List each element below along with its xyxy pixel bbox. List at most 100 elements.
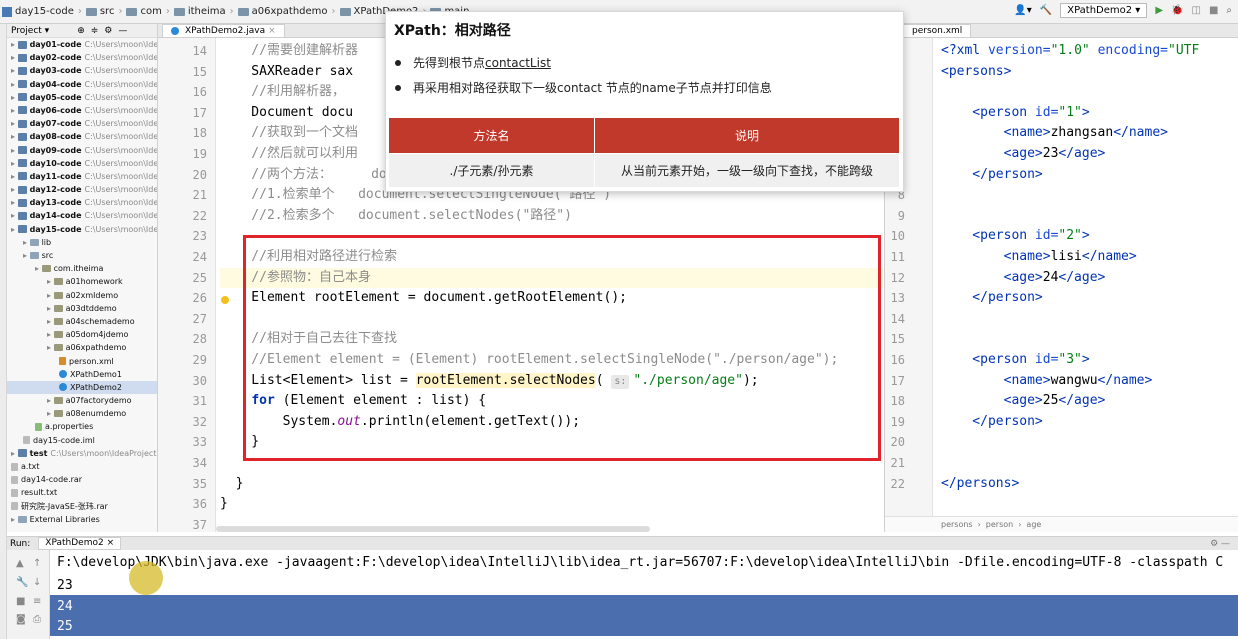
code-line[interactable]: //2.检索多个 document.selectNodes("路径") xyxy=(220,206,572,227)
settings-icon[interactable]: ⚙ xyxy=(104,26,112,36)
xml-path-item[interactable]: age xyxy=(1026,520,1041,529)
tree-item[interactable]: ▸ src xyxy=(7,249,157,262)
xml-line[interactable]: <person id="2"> xyxy=(941,226,1089,247)
expand-arrow-icon[interactable]: ▸ xyxy=(11,449,18,458)
xml-line[interactable]: <age>23</age> xyxy=(941,144,1106,165)
tab-person-xml[interactable]: person.xml xyxy=(903,24,972,37)
tree-item[interactable]: ▸ day01-code C:\Users\moon\Idea xyxy=(7,38,157,51)
expand-arrow-icon[interactable]: ▸ xyxy=(11,225,18,234)
tree-item[interactable]: ▸ a06xpathdemo xyxy=(7,341,157,354)
code-line[interactable]: SAXReader sax xyxy=(220,62,353,83)
expand-arrow-icon[interactable]: ▸ xyxy=(11,211,18,220)
expand-arrow-icon[interactable]: ▸ xyxy=(47,291,54,300)
horizontal-scrollbar[interactable] xyxy=(216,526,650,532)
tab-xpathdemo2[interactable]: XPathDemo2.java × xyxy=(162,24,285,37)
tree-item[interactable]: ▸ day13-code C:\Users\moon\Idea xyxy=(7,196,157,209)
xml-line[interactable]: <name>wangwu</name> xyxy=(941,371,1153,392)
tree-item[interactable]: ▸ day09-code C:\Users\moon\Idea xyxy=(7,144,157,157)
tree-item[interactable]: ▸ day14-code C:\Users\moon\Idea xyxy=(7,209,157,222)
wrench-icon[interactable]: 🔧 xyxy=(16,577,28,588)
expand-arrow-icon[interactable]: ▸ xyxy=(11,132,18,141)
tree-item[interactable]: ▸ day06-code C:\Users\moon\Idea xyxy=(7,104,157,117)
breadcrumb-item[interactable]: day15-code xyxy=(2,6,74,17)
tree-item[interactable]: result.txt xyxy=(7,486,157,499)
xml-line[interactable]: </person> xyxy=(941,165,1042,186)
xml-line[interactable]: </person> xyxy=(941,412,1042,433)
expand-arrow-icon[interactable]: ▸ xyxy=(47,343,54,352)
console-output-line[interactable]: 25 xyxy=(50,615,1238,636)
lightbulb-icon[interactable] xyxy=(221,296,229,304)
run-icon[interactable]: ▶ xyxy=(1155,5,1163,16)
console-output-line[interactable]: 23 xyxy=(50,574,1238,595)
xml-path-item[interactable]: persons xyxy=(941,520,973,529)
tree-item[interactable]: ▸ day05-code C:\Users\moon\Idea xyxy=(7,91,157,104)
tree-item[interactable]: ▸ External Libraries xyxy=(7,513,157,526)
expand-arrow-icon[interactable]: ▸ xyxy=(47,409,54,418)
tree-item[interactable]: ▸ day07-code C:\Users\moon\Idea xyxy=(7,117,157,130)
expand-arrow-icon[interactable]: ▸ xyxy=(11,119,18,128)
locate-icon[interactable]: ⊕ xyxy=(77,26,85,36)
tree-item[interactable]: ▸ day12-code C:\Users\moon\Idea xyxy=(7,183,157,196)
tree-item[interactable]: ▸ day04-code C:\Users\moon\Idea xyxy=(7,78,157,91)
expand-arrow-icon[interactable]: ▸ xyxy=(11,93,18,102)
breadcrumb-item[interactable]: com xyxy=(126,6,162,17)
tree-item[interactable]: ▸ day15-code C:\Users\moon\Idea xyxy=(7,223,157,236)
xml-line[interactable]: <name>zhangsan</name> xyxy=(941,123,1168,144)
tree-item[interactable]: ▸ day10-code C:\Users\moon\Idea xyxy=(7,157,157,170)
code-line[interactable]: //获取到一个文档 xyxy=(220,123,358,144)
tree-item[interactable]: ▸ test C:\Users\moon\IdeaProjects xyxy=(7,447,157,460)
xml-line[interactable]: <person id="1"> xyxy=(941,103,1089,124)
tree-item[interactable]: ▸ com.itheima xyxy=(7,262,157,275)
expand-arrow-icon[interactable]: ▸ xyxy=(11,146,18,155)
expand-arrow-icon[interactable]: ▸ xyxy=(11,106,18,115)
run-tab[interactable]: XPathDemo2 × xyxy=(38,537,122,550)
tree-item[interactable]: day14-code.rar xyxy=(7,473,157,486)
user-icon[interactable]: 👤▾ xyxy=(1014,5,1031,16)
up-icon[interactable]: ↑ xyxy=(33,558,41,569)
xml-line[interactable]: <person id="3"> xyxy=(941,350,1089,371)
expand-arrow-icon[interactable]: ▸ xyxy=(47,317,54,326)
tree-item[interactable]: ▸ a04schemademo xyxy=(7,315,157,328)
settings-icon[interactable]: ⚙ — xyxy=(1210,539,1230,549)
tree-item[interactable]: ▸ a03dtddemo xyxy=(7,302,157,315)
tree-item[interactable]: a.txt xyxy=(7,460,157,473)
tree-item[interactable]: ▸ lib xyxy=(7,236,157,249)
tree-item[interactable]: day15-code.iml xyxy=(7,434,157,447)
code-line[interactable]: } xyxy=(220,494,228,515)
close-icon[interactable]: × xyxy=(268,25,276,37)
tree-item[interactable]: person.xml xyxy=(7,355,157,368)
tree-item[interactable]: ▸ a07factorydemo xyxy=(7,394,157,407)
expand-arrow-icon[interactable]: ▸ xyxy=(47,396,54,405)
expand-arrow-icon[interactable]: ▸ xyxy=(11,515,18,524)
code-line[interactable]: //利用解析器， xyxy=(220,82,345,103)
stop-icon[interactable]: ■ xyxy=(16,596,25,607)
code-line[interactable]: //需要创建解析器 xyxy=(220,41,358,62)
expand-arrow-icon[interactable]: ▸ xyxy=(11,40,18,49)
hide-icon[interactable]: — xyxy=(118,26,127,36)
tree-item[interactable]: ▸ a08enumdemo xyxy=(7,407,157,420)
camera-icon[interactable]: ◙ xyxy=(16,614,26,625)
tree-item[interactable]: ▸ a02xmldemo xyxy=(7,289,157,302)
debug-icon[interactable]: 🐞 xyxy=(1171,5,1183,16)
xml-line[interactable]: <?xml version="1.0" encoding="UTF xyxy=(941,41,1199,62)
stop-icon[interactable]: ■ xyxy=(1209,5,1218,16)
expand-arrow-icon[interactable]: ▸ xyxy=(11,66,18,75)
tree-item[interactable]: a.properties xyxy=(7,420,157,433)
expand-arrow-icon[interactable]: ▸ xyxy=(11,53,18,62)
expand-arrow-icon[interactable]: ▸ xyxy=(11,198,18,207)
code-line[interactable]: Document docu xyxy=(220,103,353,124)
wrap-icon[interactable]: ≡ xyxy=(33,596,41,607)
tree-item[interactable]: ▸ day11-code C:\Users\moon\Idea xyxy=(7,170,157,183)
xml-path-item[interactable]: person xyxy=(986,520,1013,529)
xml-line[interactable]: <age>24</age> xyxy=(941,268,1106,289)
code-line[interactable]: } xyxy=(220,474,244,495)
console-output-line[interactable]: 24 xyxy=(50,594,1238,616)
expand-arrow-icon[interactable]: ▸ xyxy=(23,238,30,247)
xml-editor[interactable]: person.xml 8 9 10 11 12 13 14 15 16 17 18 19 20 21 22 … xyxy=(884,24,1238,532)
collapse-icon[interactable]: ≑ xyxy=(91,26,99,36)
xml-line[interactable]: </person> xyxy=(941,288,1042,309)
expand-arrow-icon[interactable]: ▸ xyxy=(11,172,18,181)
project-view-select[interactable]: Project ▾ xyxy=(11,26,49,36)
console-output[interactable]: F:\develop\JDK\bin\java.exe -javaagent:F… xyxy=(50,550,1238,639)
breadcrumb-item[interactable]: src xyxy=(85,6,114,17)
